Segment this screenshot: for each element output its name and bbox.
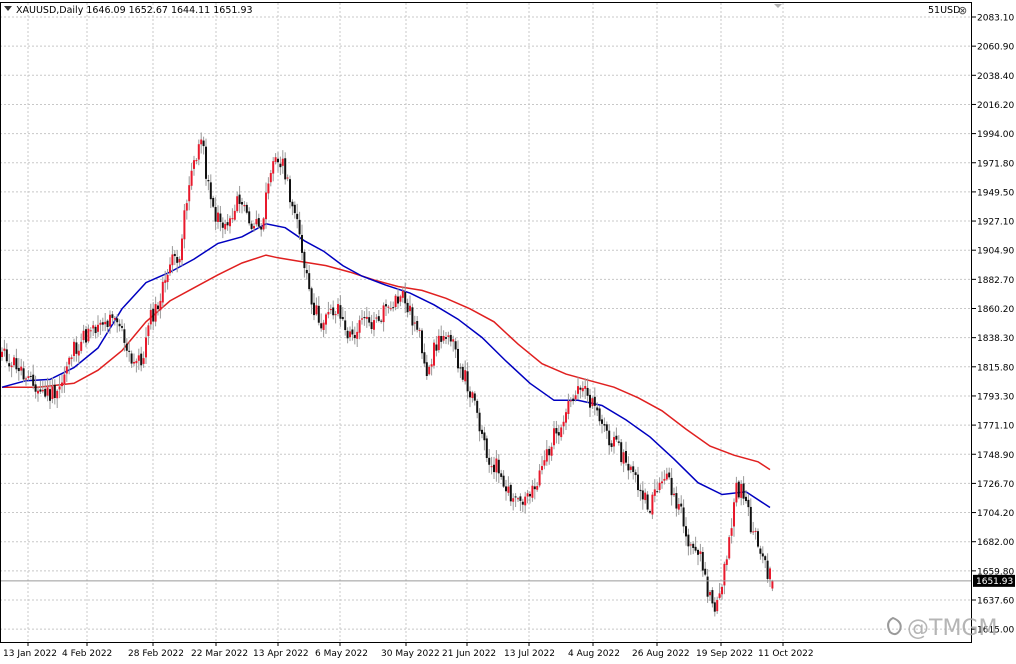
candle	[728, 535, 731, 560]
y-tick-label: 1927.10	[977, 218, 1014, 228]
x-tick-label: 11 Oct 2022	[758, 649, 814, 659]
y-tick-label: 1882.70	[977, 276, 1014, 286]
y-tick-label: 1838.30	[977, 334, 1014, 344]
candle	[433, 339, 435, 369]
indicator-label: 51USD	[928, 5, 960, 16]
y-tick-label: 1949.50	[977, 188, 1014, 198]
y-tick-label: 1682.00	[977, 538, 1014, 548]
current-price-tag: 1651.93	[973, 574, 1015, 587]
candle	[262, 217, 265, 232]
x-tick-label: 13 Apr 2022	[253, 649, 309, 659]
y-tick-label: 1860.20	[977, 305, 1014, 315]
y-tick-label: 2038.40	[977, 72, 1014, 82]
x-tick-label: 21 Jun 2022	[442, 649, 496, 659]
x-tick-label: 26 Aug 2022	[632, 649, 690, 659]
y-tick-label: 1904.90	[977, 247, 1014, 257]
candle	[757, 528, 759, 549]
x-tick-label: 30 May 2022	[381, 649, 440, 659]
x-tick-label: 13 Jul 2022	[504, 649, 555, 659]
x-tick-label: 13 Jan 2022	[3, 649, 57, 659]
y-tick-label: 1971.80	[977, 159, 1014, 169]
y-tick-label: 1771.10	[977, 422, 1014, 432]
y-tick-label: 1704.20	[977, 509, 1014, 519]
price-chart: 2083.10 2060.90 2038.40 2016.20 1994.00 1971.…	[0, 0, 1016, 664]
y-tick-label: 1815.80	[977, 363, 1014, 373]
candle	[737, 480, 740, 500]
symbol-header: XAUUSD,Daily 1646.09 1652.67 1644.11 165…	[16, 5, 253, 16]
y-tick-label: 1748.90	[977, 451, 1014, 461]
x-tick-label: 4 Aug 2022	[568, 649, 620, 659]
x-tick-label: 6 May 2022	[315, 649, 368, 659]
y-tick-label: 2083.10	[977, 14, 1014, 24]
chart-window: 2083.10 2060.90 2038.40 2016.20 1994.00 1971.…	[0, 0, 1016, 664]
candle	[620, 438, 623, 466]
y-tick-label: 1726.70	[977, 480, 1014, 490]
x-tick-label: 19 Sep 2022	[696, 649, 753, 659]
close-icon[interactable]: ⊗	[958, 4, 967, 17]
current-price-label: 1651.93	[976, 577, 1013, 587]
y-tick-label: 1793.30	[977, 392, 1014, 402]
x-tick-label: 28 Feb 2022	[128, 649, 184, 659]
y-tick-label: 2016.20	[977, 101, 1014, 111]
watermark-text: @TMGM	[907, 616, 997, 641]
y-tick-label: 1637.60	[977, 597, 1014, 607]
x-tick-label: 4 Feb 2022	[62, 649, 112, 659]
x-tick-label: 22 Mar 2022	[191, 649, 248, 659]
y-tick-label: 1994.00	[977, 130, 1014, 140]
y-tick-label: 2060.90	[977, 43, 1014, 53]
